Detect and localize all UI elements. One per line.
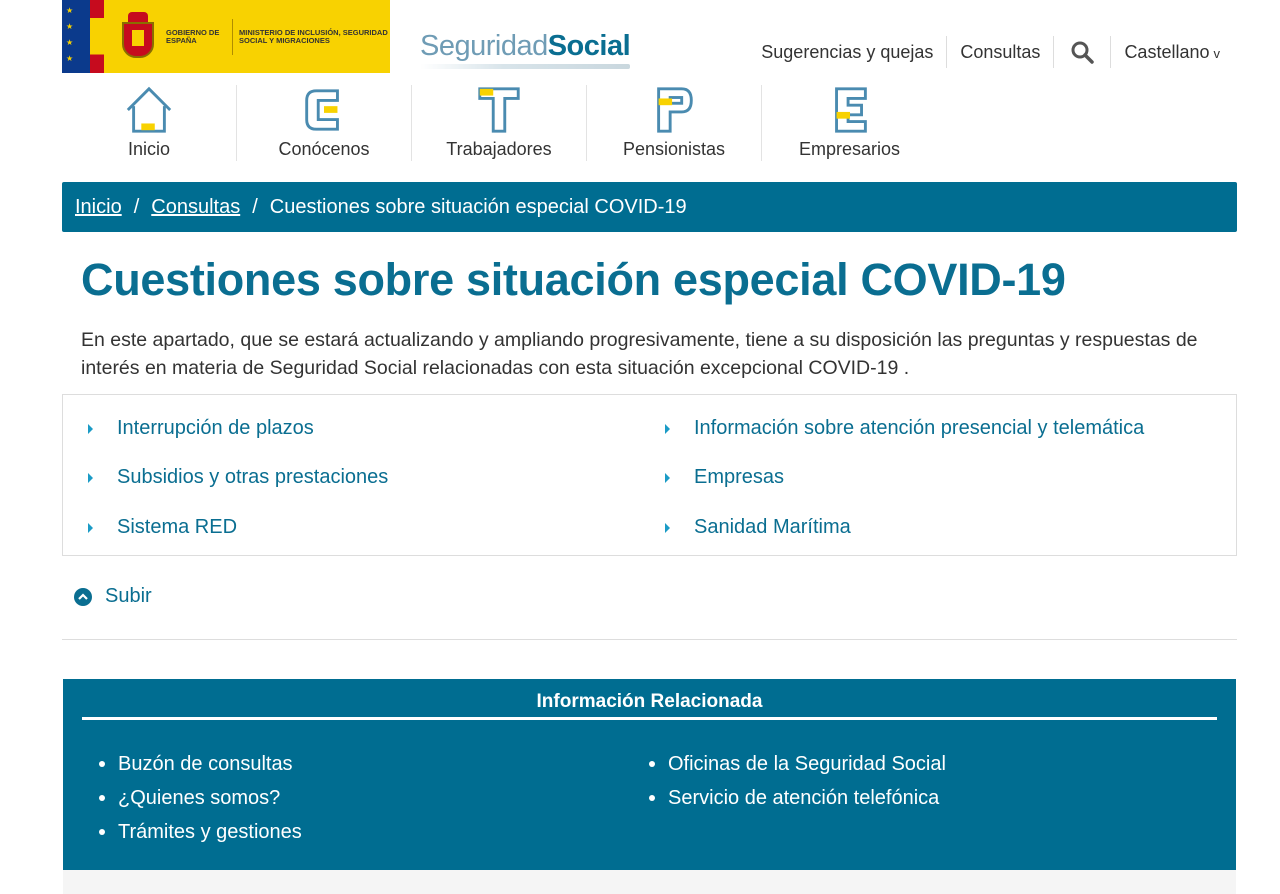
intro-text: En este apartado, que se estará actualiz… [81,329,1198,379]
caret-right-icon [88,423,93,434]
bullet-icon [99,761,105,767]
related-link[interactable]: Buzón de consultas [99,747,302,781]
breadcrumb-separator: / [252,195,258,218]
topic-label: Información sobre atención presencial y … [694,417,1145,439]
breadcrumb-separator: / [133,195,140,218]
related-link-label: Buzón de consultas [118,753,293,775]
page-title: Cuestiones sobre situación especial COVI… [81,254,1066,305]
back-to-top-link[interactable]: Subir [74,585,152,608]
breadcrumb-current: Cuestiones sobre situación especial COVI… [269,195,687,218]
bullet-icon [99,829,105,835]
topic-link[interactable]: Sanidad Marítima [665,516,851,539]
topic-label: Sanidad Marítima [694,516,851,538]
footer-strip [63,870,1236,894]
top-links: Sugerencias y quejas Consultas Castellan… [748,36,1220,68]
divider [62,639,1237,640]
house-icon [126,86,172,133]
related-info-title: Información Relacionada [536,691,763,712]
breadcrumb-home-link[interactable]: Inicio [75,196,122,219]
related-link-label: Oficinas de la Seguridad Social [668,753,946,775]
bullet-icon [649,761,655,767]
seguridad-social-logo[interactable]: SeguridadSocial [420,30,631,69]
topics-box: Interrupción de plazos Subsidios y otras… [62,394,1237,556]
related-link[interactable]: Trámites y gestiones [99,815,302,849]
related-link-label: Servicio de atención telefónica [668,787,940,809]
nav-item-trabajadores[interactable]: Trabajadores [412,85,587,161]
language-label: Castellano [1124,42,1210,62]
related-list-right: Oficinas de la Seguridad Social Servicio… [649,747,946,815]
nav-item-empresarios[interactable]: Empresarios [762,85,937,161]
letter-c-icon [305,89,339,131]
topic-label: Subsidios y otras prestaciones [117,466,389,488]
language-selector[interactable]: Castellano v [1111,36,1220,68]
letter-e-icon [834,87,867,133]
logo-bold-text: Social [547,30,631,62]
nav-label: Empresarios [798,139,901,159]
topic-link[interactable]: Información sobre atención presencial y … [665,417,1144,440]
main-nav: Inicio Conócenos Trabajadores Pensionist… [62,85,937,161]
nav-label: Conócenos [278,139,370,159]
nav-label: Trabajadores [446,139,552,159]
related-list-left: Buzón de consultas ¿Quienes somos? Trámi… [99,747,302,849]
topic-label: Empresas [694,466,785,488]
breadcrumb: Inicio / Consultas / Cuestiones sobre si… [62,182,1237,232]
nav-label: Inicio [127,139,171,159]
suggestions-link[interactable]: Sugerencias y quejas [748,36,948,68]
related-link[interactable]: ¿Quienes somos? [99,781,302,815]
eu-flag-icon: ★ ★ ★ ★ [62,0,90,73]
nav-item-pensionistas[interactable]: Pensionistas [587,85,762,161]
chevron-down-icon: v [1213,46,1221,61]
caret-right-icon [88,472,93,483]
topic-link[interactable]: Subsidios y otras prestaciones [88,466,388,489]
back-to-top-label: Subir [105,585,152,607]
logo-light-text: Seguridad [420,30,548,62]
divider [82,717,1217,720]
breadcrumb-consultas-link[interactable]: Consultas [151,196,240,219]
related-link[interactable]: Servicio de atención telefónica [649,781,946,815]
caret-right-icon [665,472,670,483]
letter-t-icon [478,87,520,133]
bullet-icon [99,795,105,801]
consultas-link[interactable]: Consultas [947,36,1055,68]
chevron-up-icon [74,587,92,606]
nav-label: Pensionistas [622,139,726,159]
gobierno-text: GOBIERNO DE ESPAÑA [166,27,220,45]
topic-label: Sistema RED [117,516,238,538]
search-icon [1071,41,1095,64]
caret-right-icon [665,423,670,434]
ministry-text: MINISTERIO DE INCLUSIÓN, SEGURIDAD SOCIA… [239,27,388,45]
topic-link[interactable]: Interrupción de plazos [88,417,314,440]
bullet-icon [649,795,655,801]
caret-right-icon [88,522,93,533]
coat-of-arms-icon [118,11,158,62]
topic-label: Interrupción de plazos [117,417,314,439]
spain-flag-icon [90,0,104,73]
topic-link[interactable]: Sistema RED [88,516,237,539]
nav-item-conocenos[interactable]: Conócenos [237,85,412,161]
related-link-label: ¿Quienes somos? [118,787,281,809]
nav-item-inicio[interactable]: Inicio [62,85,237,161]
related-link[interactable]: Oficinas de la Seguridad Social [649,747,946,781]
search-button[interactable] [1054,36,1112,68]
letter-p-icon [657,87,693,133]
related-link-label: Trámites y gestiones [118,821,302,843]
caret-right-icon [665,522,670,533]
gobierno-logo[interactable]: ★ ★ ★ ★ GOBIERNO DE ESPAÑA MINISTERIO DE IN… [62,0,390,73]
related-info-panel: Información Relacionada Buzón de consult… [63,679,1236,870]
topic-link[interactable]: Empresas [665,466,784,489]
